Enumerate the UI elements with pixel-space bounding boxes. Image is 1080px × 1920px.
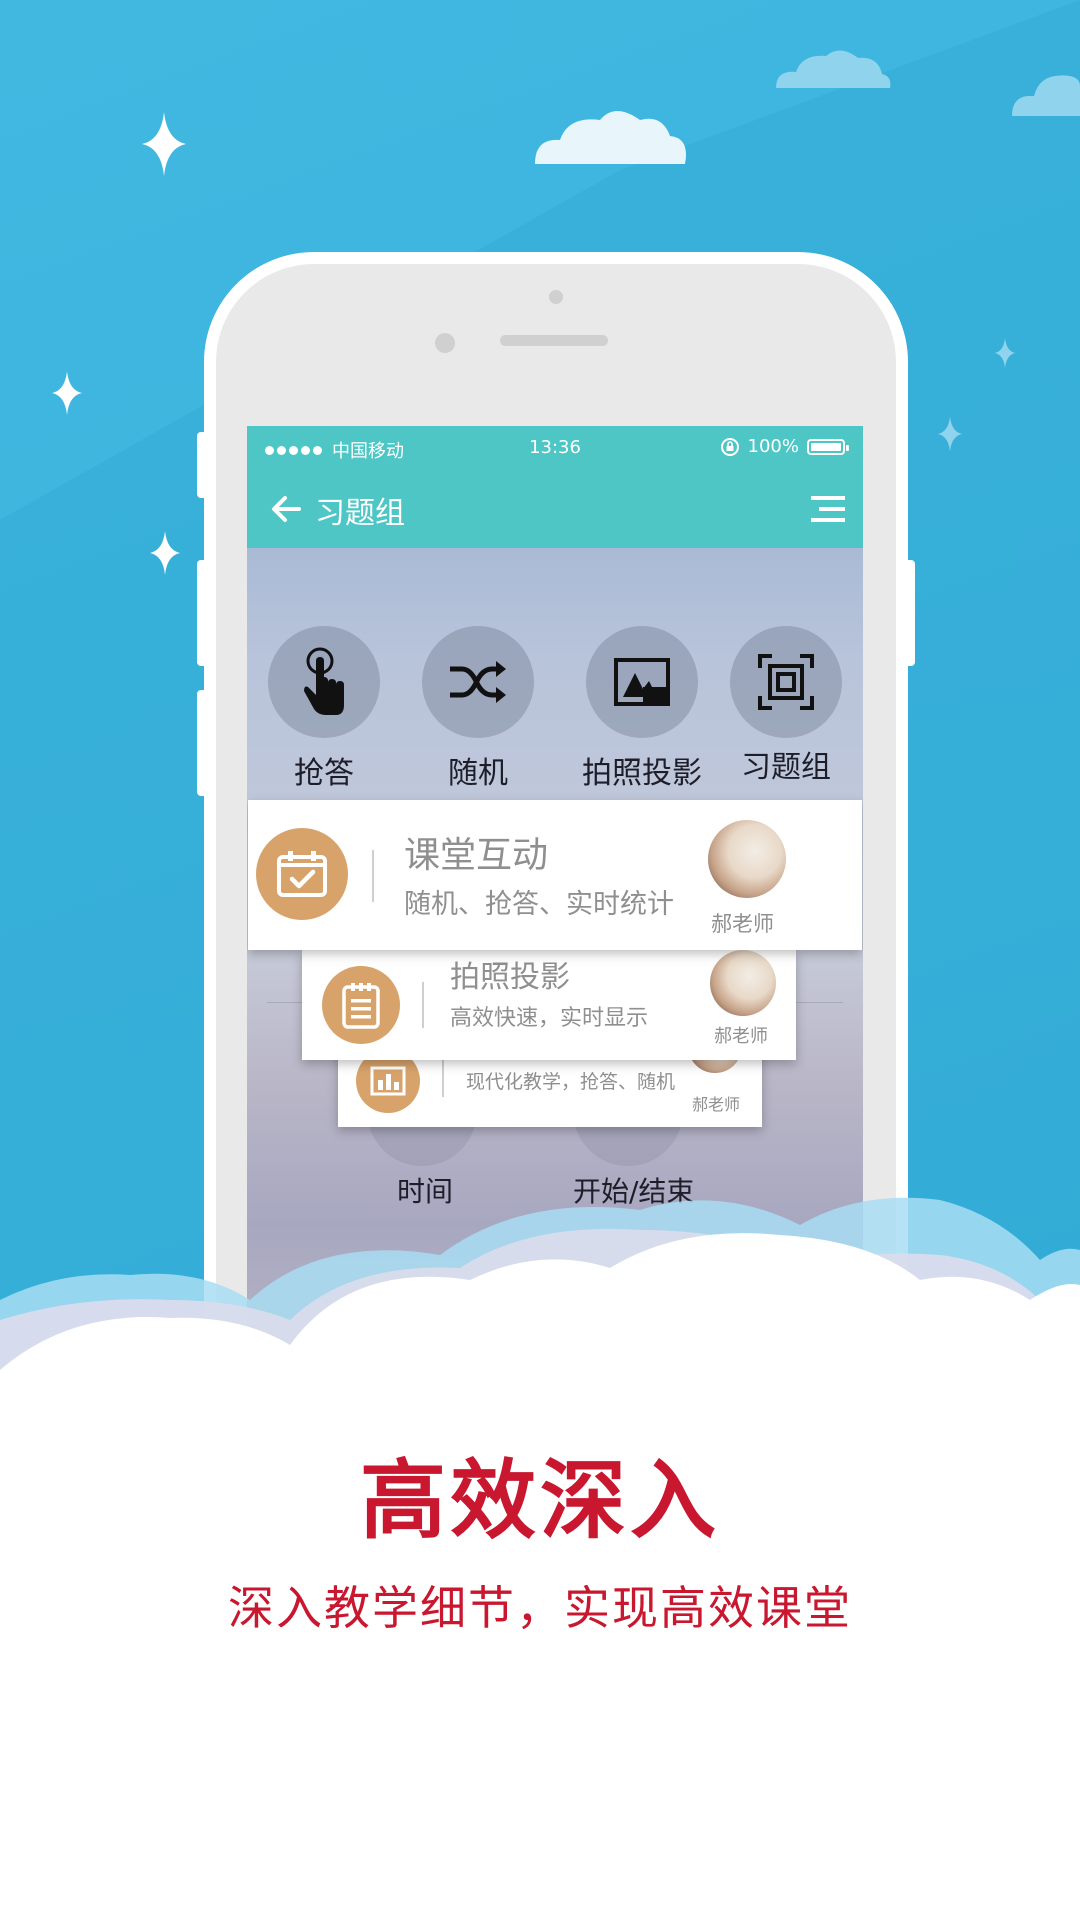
marketing-headline: 高效深入	[360, 1451, 720, 1551]
marketing-subline: 深入教学细节，实现高效课堂	[228, 1581, 852, 1635]
